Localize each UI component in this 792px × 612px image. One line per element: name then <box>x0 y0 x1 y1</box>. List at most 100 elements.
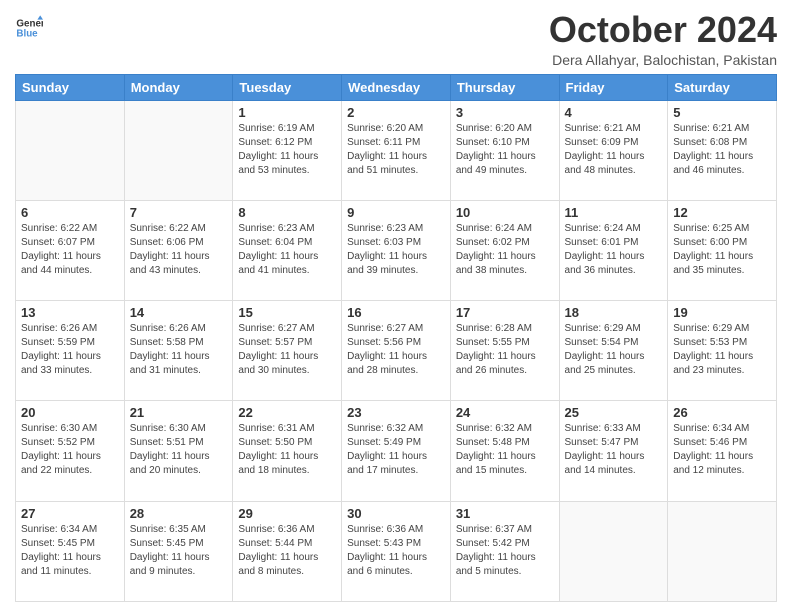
table-row: 12Sunrise: 6:25 AMSunset: 6:00 PMDayligh… <box>668 200 777 300</box>
day-number: 4 <box>565 105 663 120</box>
day-number: 22 <box>238 405 336 420</box>
header-row: Sunday Monday Tuesday Wednesday Thursday… <box>16 74 777 100</box>
day-info: Sunrise: 6:28 AMSunset: 5:55 PMDaylight:… <box>456 322 554 378</box>
day-number: 14 <box>130 305 228 320</box>
day-info: Sunrise: 6:33 AMSunset: 5:47 PMDaylight:… <box>565 422 663 478</box>
table-row: 20 Sunrise: 6:30 AMSunset: 5:52 PMDayligh… <box>16 401 125 501</box>
day-number: 27 <box>21 506 119 521</box>
table-row: 28 Sunrise: 6:35 AMSunset: 5:45 PMDayligh… <box>124 501 233 601</box>
day-number: 10 <box>456 205 554 220</box>
table-row: 23Sunrise: 6:32 AMSunset: 5:49 PMDayligh… <box>342 401 451 501</box>
col-tuesday: Tuesday <box>233 74 342 100</box>
table-row: 11 Sunrise: 6:24 AMSunset: 6:01 PMDayligh… <box>559 200 668 300</box>
day-number: 6 <box>21 205 119 220</box>
month-title: October 2024 <box>549 10 777 50</box>
table-row: 18Sunrise: 6:29 AMSunset: 5:54 PMDayligh… <box>559 301 668 401</box>
day-number: 5 <box>673 105 771 120</box>
table-row: 22 Sunrise: 6:31 AMSunset: 5:50 PMDayligh… <box>233 401 342 501</box>
table-row: 21 Sunrise: 6:30 AMSunset: 5:51 PMDayligh… <box>124 401 233 501</box>
day-info: Sunrise: 6:26 AMSunset: 5:58 PMDaylight:… <box>130 322 228 378</box>
day-info: Sunrise: 6:27 AMSunset: 5:56 PMDaylight:… <box>347 322 445 378</box>
table-row: 27 Sunrise: 6:34 AMSunset: 5:45 PMDayligh… <box>16 501 125 601</box>
col-saturday: Saturday <box>668 74 777 100</box>
day-info: Sunrise: 6:29 AMSunset: 5:53 PMDaylight:… <box>673 322 771 378</box>
table-row: 8 Sunrise: 6:23 AMSunset: 6:04 PMDaylight… <box>233 200 342 300</box>
table-row: 7Sunrise: 6:22 AMSunset: 6:06 PMDaylight… <box>124 200 233 300</box>
day-number: 21 <box>130 405 228 420</box>
day-info: Sunrise: 6:20 AMSunset: 6:11 PMDaylight:… <box>347 122 445 178</box>
calendar-week-row: 13 Sunrise: 6:26 AMSunset: 5:59 PMDayligh… <box>16 301 777 401</box>
day-info: Sunrise: 6:34 AMSunset: 5:45 PMDaylight:… <box>21 523 119 579</box>
table-row: 6Sunrise: 6:22 AMSunset: 6:07 PMDaylight… <box>16 200 125 300</box>
table-row: 9 Sunrise: 6:23 AMSunset: 6:03 PMDaylight… <box>342 200 451 300</box>
day-number: 8 <box>238 205 336 220</box>
day-info: Sunrise: 6:30 AMSunset: 5:52 PMDaylight:… <box>21 422 119 478</box>
col-sunday: Sunday <box>16 74 125 100</box>
day-info: Sunrise: 6:25 AMSunset: 6:00 PMDaylight:… <box>673 222 771 278</box>
table-row: 1Sunrise: 6:19 AMSunset: 6:12 PMDaylight… <box>233 100 342 200</box>
table-row: 14 Sunrise: 6:26 AMSunset: 5:58 PMDayligh… <box>124 301 233 401</box>
table-row: 5 Sunrise: 6:21 AMSunset: 6:08 PMDaylight… <box>668 100 777 200</box>
table-row <box>559 501 668 601</box>
day-number: 11 <box>565 205 663 220</box>
page: General Blue October 2024 Dera Allahyar,… <box>0 0 792 612</box>
day-info: Sunrise: 6:36 AMSunset: 5:44 PMDaylight:… <box>238 523 336 579</box>
col-thursday: Thursday <box>450 74 559 100</box>
day-number: 3 <box>456 105 554 120</box>
table-row <box>668 501 777 601</box>
table-row: 13 Sunrise: 6:26 AMSunset: 5:59 PMDayligh… <box>16 301 125 401</box>
col-monday: Monday <box>124 74 233 100</box>
calendar-week-row: 6Sunrise: 6:22 AMSunset: 6:07 PMDaylight… <box>16 200 777 300</box>
logo-icon: General Blue <box>15 14 43 42</box>
day-info: Sunrise: 6:23 AMSunset: 6:03 PMDaylight:… <box>347 222 445 278</box>
calendar-week-row: 1Sunrise: 6:19 AMSunset: 6:12 PMDaylight… <box>16 100 777 200</box>
day-info: Sunrise: 6:36 AMSunset: 5:43 PMDaylight:… <box>347 523 445 579</box>
day-info: Sunrise: 6:24 AMSunset: 6:02 PMDaylight:… <box>456 222 554 278</box>
table-row: 31 Sunrise: 6:37 AMSunset: 5:42 PMDayligh… <box>450 501 559 601</box>
calendar-week-row: 27 Sunrise: 6:34 AMSunset: 5:45 PMDayligh… <box>16 501 777 601</box>
day-number: 9 <box>347 205 445 220</box>
table-row <box>124 100 233 200</box>
day-info: Sunrise: 6:31 AMSunset: 5:50 PMDaylight:… <box>238 422 336 478</box>
day-number: 20 <box>21 405 119 420</box>
day-info: Sunrise: 6:23 AMSunset: 6:04 PMDaylight:… <box>238 222 336 278</box>
table-row: 29 Sunrise: 6:36 AMSunset: 5:44 PMDayligh… <box>233 501 342 601</box>
day-number: 26 <box>673 405 771 420</box>
day-info: Sunrise: 6:37 AMSunset: 5:42 PMDaylight:… <box>456 523 554 579</box>
day-number: 29 <box>238 506 336 521</box>
col-wednesday: Wednesday <box>342 74 451 100</box>
table-row: 4 Sunrise: 6:21 AMSunset: 6:09 PMDaylight… <box>559 100 668 200</box>
calendar: Sunday Monday Tuesday Wednesday Thursday… <box>15 74 777 602</box>
day-number: 19 <box>673 305 771 320</box>
day-info: Sunrise: 6:20 AMSunset: 6:10 PMDaylight:… <box>456 122 554 178</box>
day-number: 1 <box>238 105 336 120</box>
table-row: 2 Sunrise: 6:20 AMSunset: 6:11 PMDaylight… <box>342 100 451 200</box>
day-number: 23 <box>347 405 445 420</box>
table-row: 16Sunrise: 6:27 AMSunset: 5:56 PMDayligh… <box>342 301 451 401</box>
calendar-week-row: 20 Sunrise: 6:30 AMSunset: 5:52 PMDayligh… <box>16 401 777 501</box>
day-info: Sunrise: 6:35 AMSunset: 5:45 PMDaylight:… <box>130 523 228 579</box>
table-row: 30Sunrise: 6:36 AMSunset: 5:43 PMDayligh… <box>342 501 451 601</box>
day-info: Sunrise: 6:26 AMSunset: 5:59 PMDaylight:… <box>21 322 119 378</box>
day-info: Sunrise: 6:32 AMSunset: 5:48 PMDaylight:… <box>456 422 554 478</box>
day-info: Sunrise: 6:24 AMSunset: 6:01 PMDaylight:… <box>565 222 663 278</box>
day-info: Sunrise: 6:27 AMSunset: 5:57 PMDaylight:… <box>238 322 336 378</box>
logo: General Blue <box>15 14 45 42</box>
day-info: Sunrise: 6:21 AMSunset: 6:09 PMDaylight:… <box>565 122 663 178</box>
day-number: 13 <box>21 305 119 320</box>
day-info: Sunrise: 6:30 AMSunset: 5:51 PMDaylight:… <box>130 422 228 478</box>
table-row: 24 Sunrise: 6:32 AMSunset: 5:48 PMDayligh… <box>450 401 559 501</box>
day-number: 24 <box>456 405 554 420</box>
day-number: 31 <box>456 506 554 521</box>
header: General Blue October 2024 Dera Allahyar,… <box>15 10 777 68</box>
day-number: 17 <box>456 305 554 320</box>
day-info: Sunrise: 6:21 AMSunset: 6:08 PMDaylight:… <box>673 122 771 178</box>
day-number: 2 <box>347 105 445 120</box>
subtitle: Dera Allahyar, Balochistan, Pakistan <box>549 52 777 68</box>
day-number: 15 <box>238 305 336 320</box>
table-row: 17 Sunrise: 6:28 AMSunset: 5:55 PMDayligh… <box>450 301 559 401</box>
day-number: 28 <box>130 506 228 521</box>
title-section: October 2024 Dera Allahyar, Balochistan,… <box>549 10 777 68</box>
table-row: 10 Sunrise: 6:24 AMSunset: 6:02 PMDayligh… <box>450 200 559 300</box>
table-row: 15 Sunrise: 6:27 AMSunset: 5:57 PMDayligh… <box>233 301 342 401</box>
